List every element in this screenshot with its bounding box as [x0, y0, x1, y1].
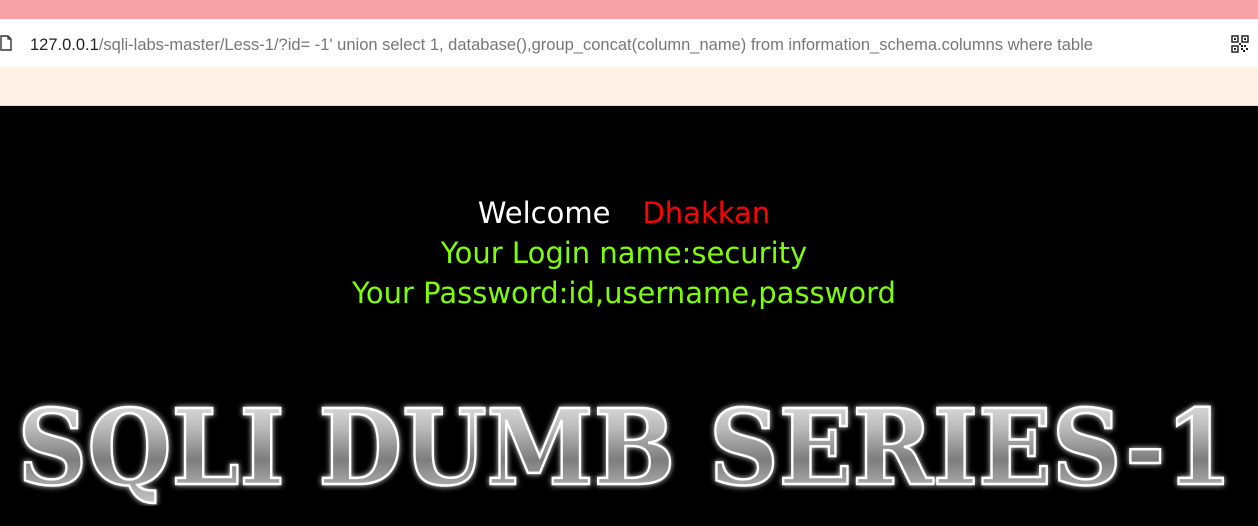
sqli-dumb-series-logo: SQLI DUMB SERIES-1 — [0, 385, 1258, 511]
welcome-line: Welcome Dhakkan — [0, 194, 1248, 232]
qr-code-icon[interactable] — [1231, 35, 1249, 53]
url-path: /sqli-labs-master/Less-1/?id= -1' union … — [98, 36, 1093, 54]
password-line: Your Password:id,username,password — [352, 276, 896, 310]
notification-strip — [0, 67, 1258, 106]
welcome-label: Welcome — [477, 196, 611, 230]
logo-text: SQLI DUMB SERIES-1 — [18, 386, 1233, 506]
browser-top-strip — [0, 0, 1258, 19]
url-host: 127.0.0.1 — [30, 36, 99, 54]
address-bar[interactable]: 127.0.0.1/sqli-labs-master/Less-1/?id= -… — [0, 19, 1258, 67]
url-text[interactable]: 127.0.0.1/sqli-labs-master/Less-1/?id= -… — [30, 34, 1222, 56]
page-icon — [0, 35, 12, 51]
login-name-line: Your Login name:security — [440, 236, 808, 270]
user-name: Dhakkan — [642, 196, 771, 230]
page-content: Welcome Dhakkan Your Login name:security … — [0, 106, 1258, 526]
